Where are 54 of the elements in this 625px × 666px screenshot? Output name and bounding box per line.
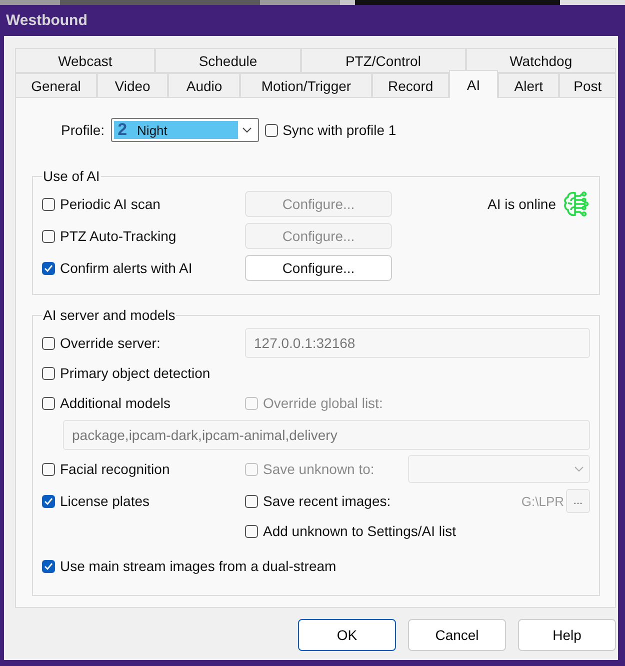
tab[interactable]: Motion/Trigger [240, 73, 372, 98]
dialog-button[interactable]: OK [298, 619, 396, 651]
tab[interactable]: Alert [498, 73, 560, 98]
server-field[interactable]: 127.0.0.1:32168 [245, 328, 590, 358]
checkbox-label: Additional models [60, 395, 171, 411]
checkbox-label: Save unknown to: [263, 461, 374, 477]
checkbox-label: Override global list: [263, 395, 383, 411]
dialog-button[interactable]: Cancel [408, 619, 506, 651]
checkbox-label: Override server: [60, 335, 160, 351]
checkbox-label: Confirm alerts with AI [60, 260, 192, 276]
tab[interactable]: General [15, 73, 97, 98]
dialog-button[interactable]: Help [518, 619, 616, 651]
window-title: Westbound [6, 12, 88, 29]
checkbox-label: License plates [60, 493, 150, 509]
tab[interactable]: Webcast [15, 48, 156, 73]
checkbox[interactable] [264, 124, 278, 136]
checkbox[interactable] [245, 494, 258, 508]
configure-button[interactable]: Configure... [245, 255, 392, 281]
checkbox-label: Sync with profile 1 [282, 122, 396, 138]
checkbox[interactable] [42, 560, 55, 572]
checkbox[interactable] [42, 462, 55, 476]
profile-label: Profile: [61, 122, 105, 138]
checkbox[interactable] [245, 524, 258, 538]
checkbox-label: Primary object detection [60, 365, 210, 381]
brain-circuit-icon [562, 190, 590, 218]
browse-button[interactable]: ... [566, 489, 590, 513]
checkbox-label: Facial recognition [60, 461, 170, 477]
checkbox[interactable] [42, 262, 55, 274]
checkbox-label: PTZ Auto-Tracking [60, 228, 176, 244]
tab[interactable]: Video [96, 73, 168, 98]
checkbox-label: Use main stream images from a dual-stream [60, 558, 336, 574]
tab[interactable]: PTZ/Control [300, 48, 466, 73]
checkbox-label: Periodic AI scan [60, 196, 160, 212]
checkbox[interactable] [42, 396, 55, 410]
checkbox-label: Save recent images: [263, 493, 391, 509]
checkbox[interactable] [42, 198, 55, 210]
checkbox[interactable] [42, 336, 55, 350]
group-title: Use of AI [42, 168, 101, 184]
profile-dropdown[interactable]: 2 Night [110, 118, 259, 142]
chevron-down-icon [573, 465, 585, 473]
folder-path: G:\LPR [521, 494, 564, 508]
ai-status: AI is online [488, 196, 556, 212]
tab[interactable]: Record [372, 73, 450, 98]
tab[interactable]: Watchdog [466, 48, 616, 73]
checkbox[interactable] [42, 366, 55, 380]
tab[interactable]: Post [559, 73, 616, 98]
tab[interactable]: AI [449, 70, 498, 98]
tab[interactable]: Audio [168, 73, 240, 98]
checkbox[interactable] [42, 494, 55, 508]
checkbox[interactable] [42, 230, 55, 242]
group-title: AI server and models [42, 307, 176, 323]
checkbox-label: Add unknown to Settings/AI list [263, 523, 456, 539]
tab[interactable]: Schedule [155, 48, 301, 73]
models-field[interactable]: package,ipcam-dark,ipcam-animal,delivery [63, 420, 590, 450]
